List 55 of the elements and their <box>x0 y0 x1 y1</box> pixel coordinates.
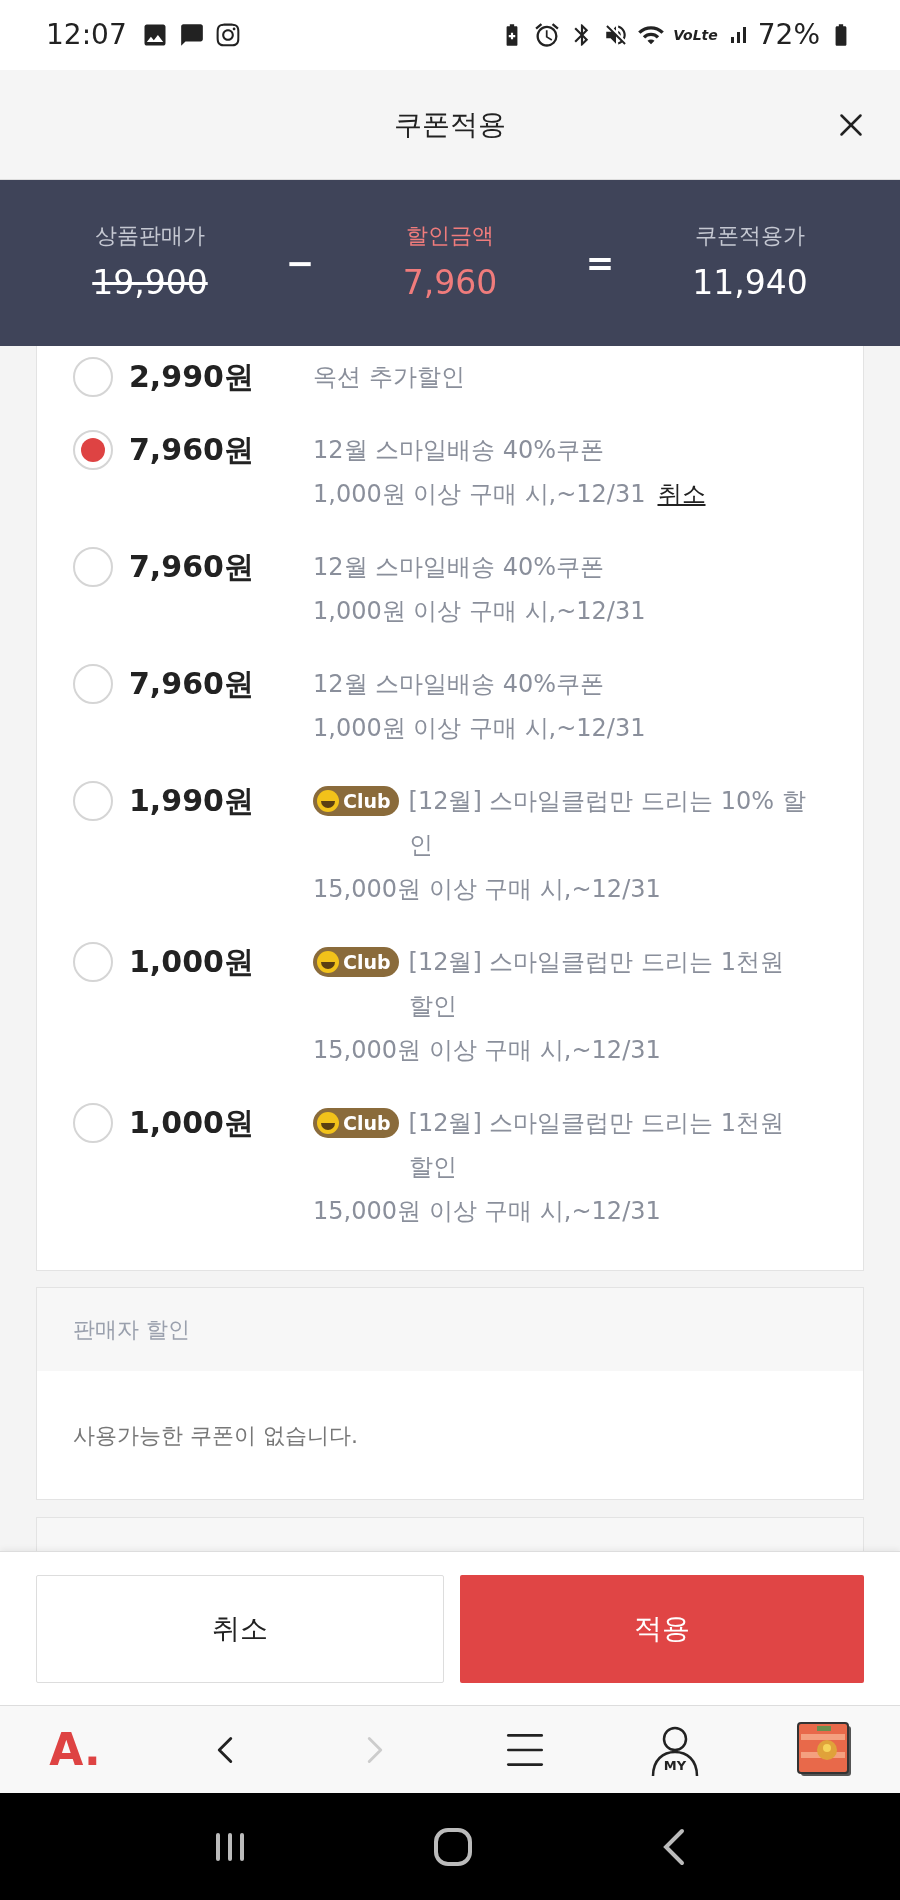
radio-button[interactable] <box>73 664 113 704</box>
radio-button[interactable] <box>73 547 113 587</box>
coupon-title: [12월] 스마일클럽만 드리는 10% 할인 <box>408 786 807 861</box>
radio-button[interactable] <box>73 781 113 821</box>
my-page-button[interactable]: MY <box>647 1721 703 1778</box>
network-label: VoLte <box>673 25 718 45</box>
operator-sign: = <box>585 241 615 285</box>
radio-button[interactable] <box>73 942 113 982</box>
smiley-icon <box>316 1111 340 1135</box>
coupon-condition: 1,000원 이상 구매 시,~12/31 <box>313 479 646 510</box>
coupon-amount: 7,960원 <box>129 431 255 469</box>
coupon-title: 옥션 추가할인 <box>313 362 466 393</box>
section-title: 판매자 할인 <box>73 1316 190 1344</box>
price-label: 쿠폰적용가 <box>695 221 805 250</box>
club-badge: Club <box>313 786 399 816</box>
price-value: 7,960 <box>402 261 498 304</box>
coupon-title: 12월 스마일배송 40%쿠폰 <box>313 669 606 700</box>
clock: 12:07 <box>46 17 127 53</box>
smiley-icon <box>316 789 340 813</box>
operator-sign: − <box>285 241 315 285</box>
smiley-icon <box>316 950 340 974</box>
coupon-amount: 1,000원 <box>129 943 255 981</box>
home-icon[interactable] <box>433 1826 473 1867</box>
coupon-title: 12월 스마일배송 40%쿠폰 <box>313 552 606 583</box>
price-value: 11,940 <box>692 261 808 304</box>
club-badge: Club <box>313 1108 399 1138</box>
club-badge: Club <box>313 947 399 977</box>
apply-button[interactable]: 적용 <box>460 1574 864 1683</box>
coupon-amount: 7,960원 <box>129 548 255 586</box>
coupon-amount: 1,000원 <box>129 1104 255 1142</box>
coupon-title: [12월] 스마일클럽만 드리는 1천원 할인 <box>408 1108 785 1183</box>
home-logo[interactable]: A. <box>49 1727 101 1772</box>
coupon-title: 12월 스마일배송 40%쿠폰 <box>313 435 606 466</box>
empty-message: 사용가능한 쿠폰이 없습니다. <box>73 1421 358 1450</box>
coupon-amount: 7,960원 <box>129 665 255 703</box>
coupon-condition: 1,000원 이상 구매 시,~12/31 <box>313 596 646 627</box>
radio-button[interactable] <box>73 430 113 470</box>
coupon-condition: 1,000원 이상 구매 시,~12/31 <box>313 713 646 744</box>
coupon-amount: 1,990원 <box>129 782 255 820</box>
cancel-button[interactable]: 취소 <box>36 1574 444 1683</box>
window-title: 쿠폰적용 <box>394 106 506 143</box>
coupon-amount: 2,990원 <box>129 358 255 396</box>
chat-icon <box>178 22 205 48</box>
battery-percent: 72% <box>757 17 820 53</box>
radio-button[interactable] <box>73 1103 113 1143</box>
radio-button[interactable] <box>73 357 113 397</box>
coupon-condition: 15,000원 이상 구매 시,~12/31 <box>313 1035 661 1066</box>
coupon-condition: 15,000원 이상 구매 시,~12/31 <box>313 1196 661 1227</box>
coupon-condition: 15,000원 이상 구매 시,~12/31 <box>313 874 661 905</box>
coupon-title: [12월] 스마일클럽만 드리는 1천원 할인 <box>408 947 785 1022</box>
price-label: 할인금액 <box>406 221 494 250</box>
my-label: MY <box>663 1757 687 1775</box>
cancel-link[interactable]: 취소 <box>657 472 706 516</box>
price-label: 상품판매가 <box>95 221 205 250</box>
price-value: 19,900 <box>92 261 208 304</box>
